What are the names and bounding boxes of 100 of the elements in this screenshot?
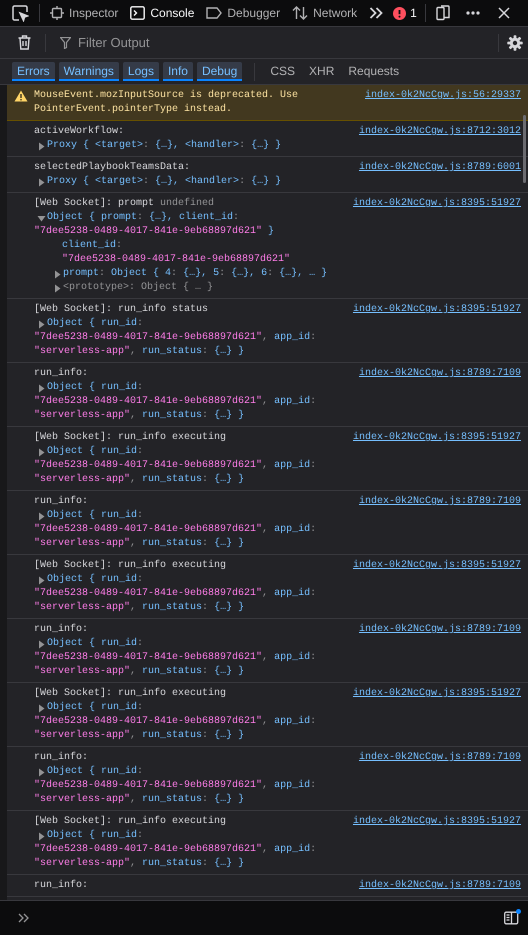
type-filter-button[interactable]: CSS bbox=[265, 62, 300, 81]
object-preview-text: prompt: Object { 4: {…}, 5: {…}, 6: {…}, … } bbox=[63, 267, 328, 281]
source-location-link[interactable]: index-0k2NcCgw.js:8789:7109 bbox=[358, 495, 521, 509]
source-location-link[interactable]: index-0k2NcCgw.js:8395:51927 bbox=[352, 197, 521, 211]
object-preview-text: "7dee5238-0489-4017-841e-9eb68897d621" } bbox=[34, 225, 274, 239]
object-preview-text: "serverless-app", run_status: {…} } bbox=[34, 729, 244, 743]
object-preview-text: client_id: bbox=[62, 239, 122, 253]
object-preview-text: "7dee5238-0489-4017-841e-9eb68897d621", app_id: bbox=[34, 459, 316, 473]
object-preview-text: "7dee5238-0489-4017-841e-9eb68897d621", app_id: bbox=[34, 587, 316, 601]
log-message-text: activeWorkflow: bbox=[34, 125, 124, 139]
object-preview-text: "serverless-app", run_status: {…} } bbox=[34, 793, 244, 807]
devtools-tab[interactable]: Debugger bbox=[200, 0, 286, 26]
source-location-link[interactable]: index-0k2NcCgw.js:8395:51927 bbox=[352, 431, 521, 445]
disclosure-triangle-icon[interactable] bbox=[53, 270, 62, 278]
disclosure-triangle-icon[interactable] bbox=[37, 448, 46, 456]
error-icon bbox=[393, 6, 406, 20]
object-preview-text: "7dee5238-0489-4017-841e-9eb68897d621" bbox=[62, 253, 290, 267]
devtools-tab[interactable]: Network bbox=[286, 0, 364, 26]
sidebar-toggle-icon[interactable] bbox=[504, 911, 520, 925]
object-preview-text: Proxy { <target>: {…}, <handler>: {…} } bbox=[47, 139, 282, 153]
disclosure-triangle-icon[interactable] bbox=[37, 320, 46, 328]
object-preview-text: "7dee5238-0489-4017-841e-9eb68897d621", app_id: bbox=[34, 331, 316, 345]
log-message-text: [Web Socket]: run_info executing bbox=[34, 815, 226, 829]
object-preview-text: Object { run_id: bbox=[47, 701, 144, 715]
object-preview-text: "serverless-app", run_status: {…} } bbox=[34, 537, 244, 551]
inspector-icon bbox=[50, 6, 64, 20]
log-message-text: [Web Socket]: run_info status bbox=[34, 303, 208, 317]
level-filter-button[interactable]: Warnings bbox=[58, 62, 119, 81]
object-preview-text: "7dee5238-0489-4017-841e-9eb68897d621", app_id: bbox=[34, 395, 316, 409]
log-message-text: selectedPlaybookTeamsData: bbox=[34, 161, 190, 175]
source-location-link[interactable]: index-0k2NcCgw.js:8395:51927 bbox=[352, 687, 521, 701]
source-location-link[interactable]: index-0k2NcCgw.js:8789:7109 bbox=[358, 623, 521, 637]
disclosure-triangle-icon[interactable] bbox=[37, 214, 46, 222]
object-preview-text: "7dee5238-0489-4017-841e-9eb68897d621", app_id: bbox=[34, 715, 316, 729]
object-preview-text: "serverless-app", run_status: {…} } bbox=[34, 345, 244, 359]
object-preview-text: Object { run_id: bbox=[47, 445, 144, 459]
filter-field[interactable]: Filter Output bbox=[76, 34, 380, 51]
tag-icon bbox=[206, 7, 222, 19]
source-location-link[interactable]: index-0k2NcCgw.js:8789:7109 bbox=[358, 367, 521, 381]
disclosure-triangle-icon[interactable] bbox=[37, 178, 46, 186]
object-preview-text: Object { run_id: bbox=[47, 637, 144, 651]
log-message-text: run_info: bbox=[34, 751, 88, 765]
object-preview-text: "7dee5238-0489-4017-841e-9eb68897d621", app_id: bbox=[34, 523, 316, 537]
level-filter-button[interactable]: Debug bbox=[196, 62, 242, 81]
source-location-link[interactable]: index-0k2NcCgw.js:8395:51927 bbox=[352, 559, 521, 573]
disclosure-triangle-icon[interactable] bbox=[37, 384, 46, 392]
disclosure-triangle-icon[interactable] bbox=[37, 576, 46, 584]
log-message-text: run_info: bbox=[34, 367, 88, 381]
object-preview-text: Object { run_id: bbox=[47, 573, 144, 587]
log-message-text: run_info: bbox=[34, 879, 88, 893]
object-preview-text: Object { run_id: bbox=[47, 381, 144, 395]
console-icon bbox=[130, 6, 146, 20]
disclosure-triangle-icon[interactable] bbox=[37, 640, 46, 648]
filter-icon bbox=[60, 36, 71, 48]
object-preview-text: Object { prompt: {…}, client_id: bbox=[47, 211, 240, 225]
source-location-link[interactable]: index-0k2NcCgw.js:8789:7109 bbox=[358, 751, 521, 765]
disclosure-triangle-icon[interactable] bbox=[37, 704, 46, 712]
object-preview-text: "serverless-app", run_status: {…} } bbox=[34, 857, 244, 871]
source-location-link[interactable]: index-0k2NcCgw.js:8395:51927 bbox=[352, 303, 521, 317]
log-message-text: run_info: bbox=[34, 623, 88, 637]
object-preview-text: "7dee5238-0489-4017-841e-9eb68897d621", app_id: bbox=[34, 843, 316, 857]
object-preview-text: Object { run_id: bbox=[47, 829, 144, 843]
devtools-tab[interactable]: Inspector bbox=[44, 0, 124, 26]
object-preview-text: "serverless-app", run_status: {…} } bbox=[34, 601, 244, 615]
object-preview-text: "serverless-app", run_status: {…} } bbox=[34, 473, 244, 487]
disclosure-triangle-icon[interactable] bbox=[53, 284, 62, 292]
level-filter-button[interactable]: Info bbox=[162, 62, 193, 81]
source-location-link[interactable]: index-0k2NcCgw.js:8789:6001 bbox=[358, 161, 521, 175]
type-filter-button[interactable]: XHR bbox=[304, 62, 340, 81]
log-message-text: [Web Socket]: run_info executing bbox=[34, 687, 226, 701]
devtools-tab[interactable]: Console bbox=[124, 0, 200, 26]
object-preview-text: "serverless-app", run_status: {…} } bbox=[34, 665, 244, 679]
disclosure-triangle-icon[interactable] bbox=[37, 832, 46, 840]
log-message-text: run_info: bbox=[34, 495, 88, 509]
object-preview-text: "7dee5238-0489-4017-841e-9eb68897d621", app_id: bbox=[34, 779, 316, 793]
object-preview-text: Object { run_id: bbox=[47, 765, 144, 779]
source-location-link[interactable]: index-0k2NcCgw.js:8712:3012 bbox=[358, 125, 521, 139]
disclosure-triangle-icon[interactable] bbox=[37, 512, 46, 520]
error-count[interactable]: 1 bbox=[410, 6, 417, 20]
object-preview-text: "serverless-app", run_status: {…} } bbox=[34, 409, 244, 423]
log-message-text: [Web Socket]: prompt undefined bbox=[34, 197, 214, 211]
arrows-up-down-icon bbox=[292, 6, 308, 20]
prompt-chevron-icon bbox=[18, 913, 29, 923]
log-message-text: [Web Socket]: run_info executing bbox=[34, 431, 226, 445]
log-message-text: MouseEvent.mozInputSource is deprecated. Use bbox=[34, 89, 298, 103]
object-preview-text: Proxy { <target>: {…}, <handler>: {…} } bbox=[47, 175, 282, 189]
source-location-link[interactable]: index-0k2NcCgw.js:8395:51927 bbox=[352, 815, 521, 829]
object-preview-text: Object { run_id: bbox=[47, 317, 144, 331]
level-filter-button[interactable]: Logs bbox=[122, 62, 159, 81]
object-preview-text: "7dee5238-0489-4017-841e-9eb68897d621", app_id: bbox=[34, 651, 316, 665]
warning-icon bbox=[14, 90, 28, 102]
object-preview-text: <prototype>: Object { … } bbox=[63, 281, 214, 295]
type-filter-button[interactable]: Requests bbox=[343, 62, 404, 81]
level-filter-button[interactable]: Errors bbox=[12, 62, 55, 81]
log-message-text: PointerEvent.pointerType instead. bbox=[34, 103, 232, 117]
source-location-link[interactable]: index-0k2NcCgw.js:8789:7109 bbox=[358, 879, 521, 893]
disclosure-triangle-icon[interactable] bbox=[37, 142, 46, 150]
disclosure-triangle-icon[interactable] bbox=[37, 768, 46, 776]
scrollbar-thumb[interactable] bbox=[523, 115, 526, 183]
source-location-link[interactable]: index-0k2NcCgw.js:56:29337 bbox=[364, 89, 521, 103]
